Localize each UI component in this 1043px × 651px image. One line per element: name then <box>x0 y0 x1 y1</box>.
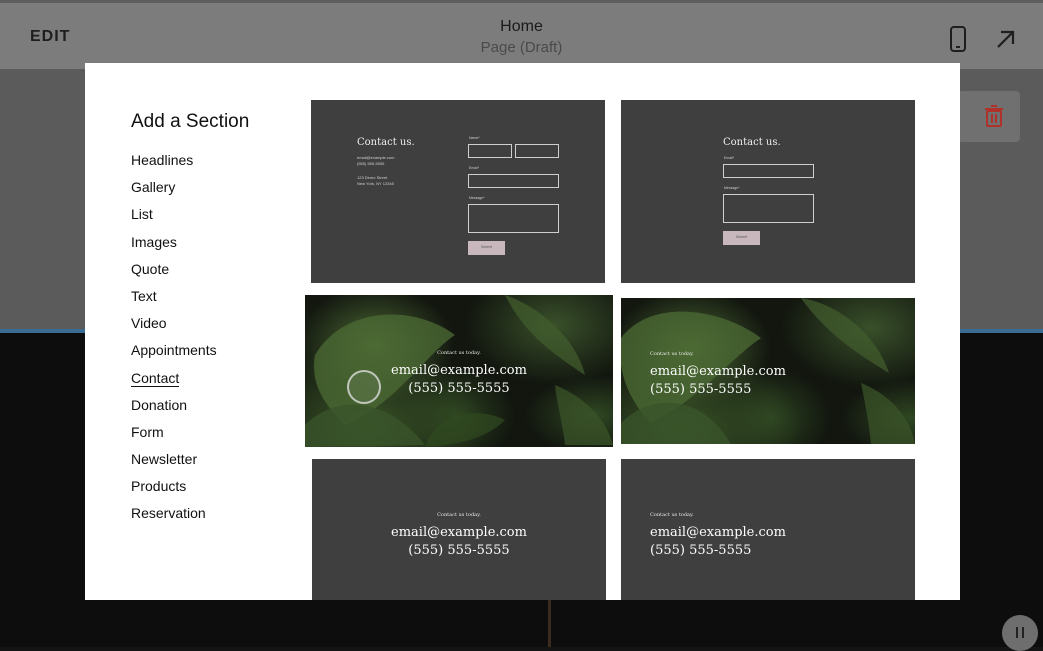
template-phone: (555) 555-5555 <box>408 543 510 558</box>
section-category-list: Headlines Gallery List Images Quote Text… <box>131 150 217 531</box>
category-headlines[interactable]: Headlines <box>131 150 217 177</box>
template-name-label: Name* <box>469 136 480 140</box>
page-title-area: Home Page (Draft) <box>0 18 1043 56</box>
template-small-label: Contact us today. <box>650 512 694 518</box>
template-email: email@example.com <box>391 525 527 540</box>
pause-button[interactable] <box>1002 615 1038 651</box>
template-message-field <box>468 204 559 233</box>
trash-icon <box>985 105 1003 127</box>
template-small-label: Contact us today. <box>437 350 481 356</box>
page-status: Page (Draft) <box>480 39 563 56</box>
category-newsletter[interactable]: Newsletter <box>131 449 217 476</box>
template-phone: (555) 555-5555 <box>357 161 385 166</box>
template-text-block: Contact us today. email@example.com (555… <box>650 351 786 397</box>
plant-stem-image <box>548 600 551 647</box>
editor-top-bar: EDIT Home Page (Draft) <box>0 0 1043 69</box>
category-products[interactable]: Products <box>131 476 217 503</box>
template-email-label: Email* <box>724 156 735 160</box>
category-contact[interactable]: Contact <box>131 368 217 395</box>
template-contact-image-centered[interactable]: Contact us today. email@example.com (555… <box>305 295 613 447</box>
template-heading: Contact us. <box>723 137 781 148</box>
template-heading: Contact us. <box>357 137 415 148</box>
category-donation[interactable]: Donation <box>131 395 217 422</box>
template-email: email@example.com <box>650 364 786 379</box>
category-form[interactable]: Form <box>131 422 217 449</box>
template-contact-form-centered[interactable]: Contact us. Email* Message* Submit <box>621 100 915 283</box>
add-section-modal: Add a Section Headlines Gallery List Ima… <box>85 63 960 600</box>
template-contact-text-left[interactable]: Contact us today. email@example.com (555… <box>621 459 915 600</box>
template-first-name-field <box>468 144 512 158</box>
delete-section-button[interactable] <box>958 91 1020 142</box>
template-submit-button: Submit <box>723 231 760 245</box>
template-last-name-field <box>515 144 559 158</box>
category-quote[interactable]: Quote <box>131 259 217 286</box>
template-small-label: Contact us today. <box>437 512 481 518</box>
template-contact-form-split[interactable]: Contact us. email@example.com (555) 555-… <box>311 100 605 283</box>
category-images[interactable]: Images <box>131 232 217 259</box>
category-reservation[interactable]: Reservation <box>131 503 217 530</box>
template-text-block: Contact us today. email@example.com (555… <box>312 512 606 558</box>
template-email-label: Email* <box>469 166 480 170</box>
template-small-label: Contact us today. <box>650 351 694 357</box>
template-message-label: Message* <box>469 196 485 200</box>
template-phone: (555) 555-5555 <box>650 543 752 558</box>
template-message-label: Message* <box>724 186 740 190</box>
template-contact-text-centered[interactable]: Contact us today. email@example.com (555… <box>312 459 606 600</box>
template-text-block: Contact us today. email@example.com (555… <box>650 512 786 558</box>
template-email: email@example.com <box>357 155 395 160</box>
category-gallery[interactable]: Gallery <box>131 177 217 204</box>
pause-icon <box>1016 627 1024 638</box>
page-title: Home <box>500 18 543 35</box>
template-address-line-1: 123 Demo Street <box>357 175 388 180</box>
template-phone: (555) 555-5555 <box>650 382 752 397</box>
category-appointments[interactable]: Appointments <box>131 340 217 367</box>
template-email-field <box>723 164 814 178</box>
category-video[interactable]: Video <box>131 313 217 340</box>
template-email: email@example.com <box>650 525 786 540</box>
template-contact-image-left[interactable]: Contact us today. email@example.com (555… <box>621 298 915 444</box>
modal-heading: Add a Section <box>131 111 250 132</box>
category-list[interactable]: List <box>131 204 217 231</box>
template-message-field <box>723 194 814 223</box>
template-submit-button: Submit <box>468 241 505 255</box>
template-address-line-2: New York, NY 12345 <box>357 181 394 186</box>
mobile-preview-icon[interactable] <box>944 25 972 53</box>
open-external-icon[interactable] <box>992 25 1020 53</box>
mouse-cursor-indicator <box>347 370 381 404</box>
category-text[interactable]: Text <box>131 286 217 313</box>
template-email-field <box>468 174 559 188</box>
